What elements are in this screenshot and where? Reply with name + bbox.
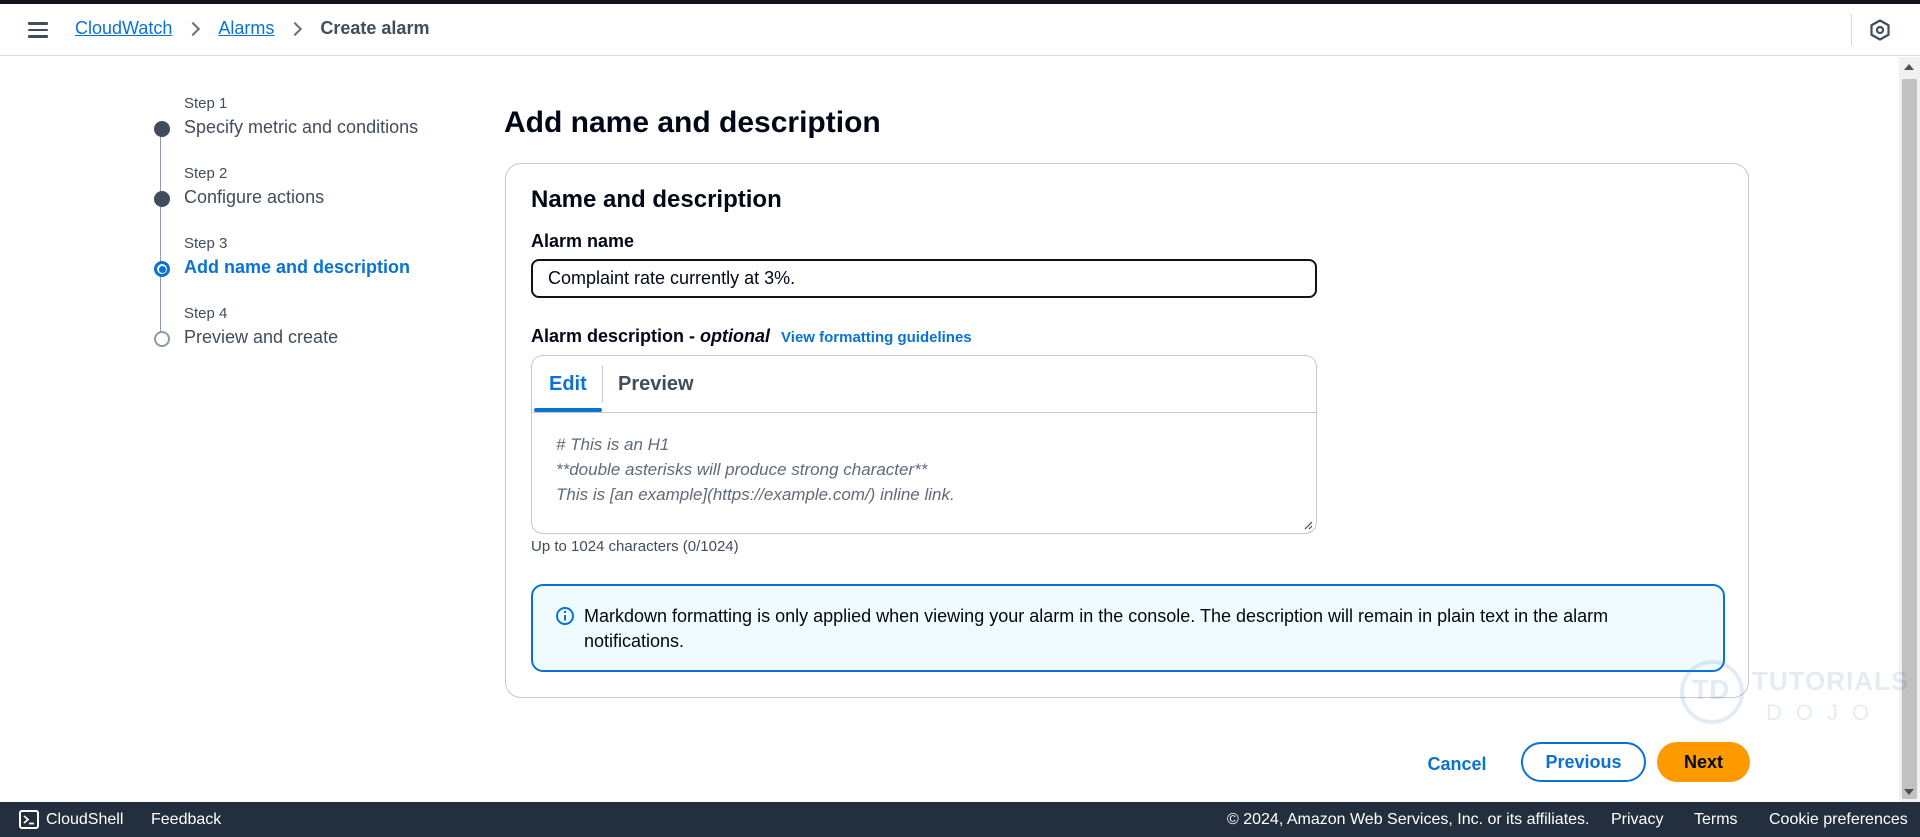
- hamburger-menu-icon[interactable]: [28, 21, 50, 39]
- watermark-mark: TD: [1692, 674, 1730, 705]
- cookie-preferences-link[interactable]: Cookie preferences: [1769, 811, 1908, 829]
- info-alert-text: Markdown formatting is only applied when…: [584, 606, 1609, 651]
- chevron-right-icon: [288, 21, 303, 36]
- breadcrumb-current: Create alarm: [320, 18, 430, 38]
- terms-link[interactable]: Terms: [1694, 811, 1738, 829]
- page-title: Add name and description: [504, 106, 881, 139]
- footer: CloudShell Feedback © 2024, Amazon Web S…: [0, 802, 1920, 837]
- container-title: Name and description: [531, 186, 782, 213]
- step-title[interactable]: Specify metric and conditions: [184, 117, 418, 138]
- tab-edit[interactable]: Edit: [549, 373, 587, 396]
- breadcrumb-cloudwatch[interactable]: CloudWatch: [75, 18, 172, 39]
- optional-tag: optional: [700, 326, 771, 346]
- watermark-text: DOJO: [1766, 700, 1884, 725]
- placeholder-line: # This is an H1: [556, 435, 670, 454]
- info-alert: Markdown formatting is only applied when…: [531, 584, 1725, 672]
- editor-tabs: Edit Preview: [532, 356, 1316, 413]
- breadcrumb: CloudWatch Alarms Create alarm: [75, 18, 429, 39]
- header-divider: [1851, 14, 1852, 46]
- steps-connector-line: [160, 130, 161, 340]
- cloudshell-link[interactable]: CloudShell: [46, 811, 123, 829]
- copyright-text: © 2024, Amazon Web Services, Inc. or its…: [1227, 811, 1590, 828]
- settings-hexagon-icon[interactable]: [1868, 18, 1892, 42]
- step-number: Step 3: [184, 235, 228, 252]
- markdown-editor: Edit Preview # This is an H1 **double as…: [531, 355, 1317, 534]
- step-complete-icon: [154, 191, 170, 207]
- formatting-guidelines-link[interactable]: View formatting guidelines: [781, 329, 972, 346]
- top-navigation: CloudWatch Alarms Create alarm: [0, 4, 1920, 56]
- step-title: Add name and description: [184, 257, 411, 277]
- privacy-link[interactable]: Privacy: [1611, 811, 1663, 829]
- step-number: Step 4: [184, 305, 228, 322]
- name-description-container: Name and description Alarm name Alarm de…: [505, 163, 1749, 698]
- alarm-description-textarea[interactable]: # This is an H1 **double asterisks will …: [532, 414, 1316, 533]
- scroll-down-arrow-icon[interactable]: [1904, 789, 1914, 795]
- scroll-up-arrow-icon[interactable]: [1904, 64, 1914, 70]
- tab-preview[interactable]: Preview: [618, 373, 694, 396]
- step-title[interactable]: Configure actions: [184, 187, 324, 208]
- step-current-icon: [154, 261, 170, 277]
- description-label-text: Alarm description -: [531, 326, 701, 346]
- next-button[interactable]: Next: [1657, 742, 1750, 782]
- watermark-text: TUTORIALS: [1752, 666, 1910, 696]
- alarm-name-label: Alarm name: [531, 231, 635, 251]
- breadcrumb-alarms[interactable]: Alarms: [218, 18, 274, 39]
- previous-button[interactable]: Previous: [1521, 742, 1646, 782]
- cancel-button[interactable]: Cancel: [1417, 744, 1497, 784]
- info-circle-icon: [556, 607, 574, 625]
- tutorials-dojo-watermark: TD TUTORIALS DOJO: [1680, 660, 1908, 730]
- step-complete-icon: [154, 121, 170, 137]
- chevron-right-icon: [186, 21, 201, 36]
- placeholder-line: **double asterisks will produce strong c…: [556, 460, 928, 479]
- resize-grip-icon[interactable]: [1303, 520, 1313, 530]
- terminal-icon[interactable]: [19, 810, 39, 829]
- alarm-description-label: Alarm description - optional View format…: [531, 326, 972, 347]
- step-pending-icon: [154, 331, 170, 347]
- step-title: Preview and create: [184, 327, 339, 347]
- feedback-link[interactable]: Feedback: [151, 811, 221, 829]
- step-number: Step 1: [184, 95, 228, 112]
- tab-separator: [602, 366, 603, 402]
- placeholder-line: This is [an example](https://example.com…: [556, 485, 955, 504]
- step-number: Step 2: [184, 165, 228, 182]
- character-count-hint: Up to 1024 characters (0/1024): [531, 538, 739, 555]
- active-tab-indicator: [534, 408, 602, 412]
- alarm-name-input[interactable]: [531, 259, 1317, 298]
